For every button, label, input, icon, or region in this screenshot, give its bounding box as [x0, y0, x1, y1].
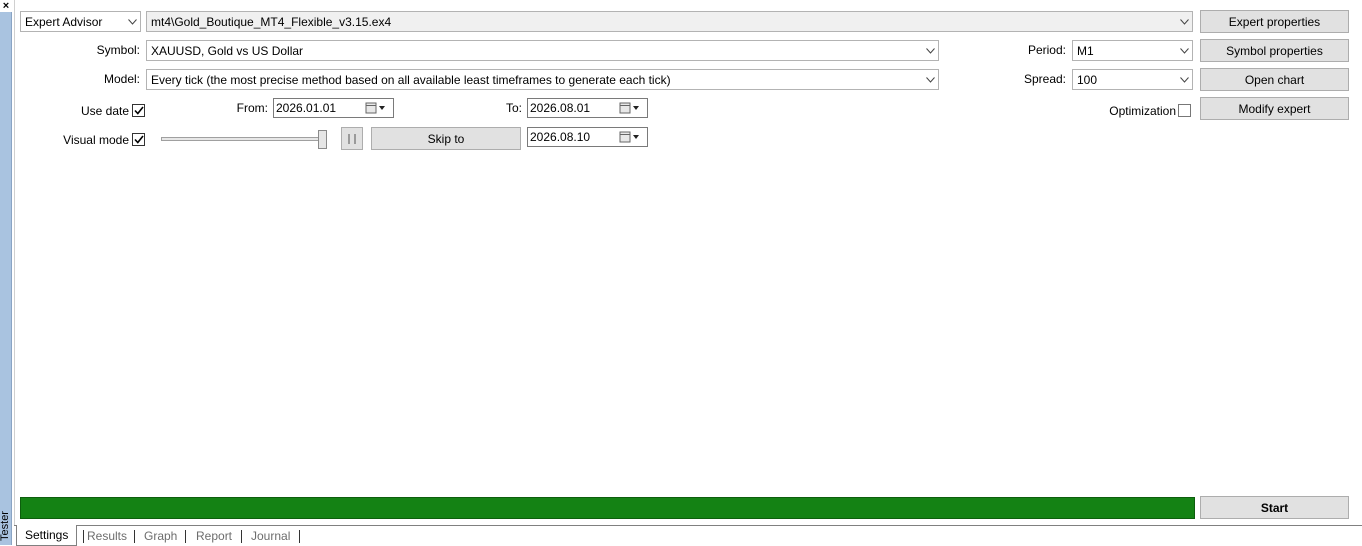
to-date-value: 2026.08.01 — [530, 101, 591, 115]
chevron-down-icon — [922, 70, 938, 89]
tab-results[interactable]: Results — [87, 526, 127, 546]
progress-bar — [20, 497, 1195, 519]
use-date-checkbox[interactable] — [132, 104, 145, 117]
visual-mode-label: Visual mode — [63, 133, 129, 147]
visual-mode-checkbox[interactable] — [132, 133, 145, 146]
tab-graph[interactable]: Graph — [144, 526, 177, 546]
expert-properties-button[interactable]: Expert properties — [1200, 10, 1349, 33]
checkmark-icon — [133, 106, 144, 115]
tester-label: Tester — [0, 511, 11, 541]
spread-label: Spread: — [1023, 72, 1066, 86]
use-date-label: Use date — [80, 104, 129, 118]
from-date-value: 2026.01.01 — [276, 101, 337, 115]
symbol-value: XAUUSD, Gold vs US Dollar — [151, 43, 304, 58]
from-date-picker[interactable]: 2026.01.01 — [273, 98, 394, 118]
chevron-down-icon — [124, 12, 140, 31]
calendar-dropdown-icon[interactable] — [619, 100, 647, 116]
tester-sidebar — [0, 0, 12, 545]
chevron-down-icon — [922, 41, 938, 60]
tab-journal[interactable]: Journal — [251, 526, 290, 546]
skip-to-button[interactable]: Skip to — [371, 127, 521, 150]
tester-tabs: Settings Results Graph Report Journal — [14, 525, 1362, 546]
chevron-down-icon — [1176, 70, 1192, 89]
start-button[interactable]: Start — [1200, 496, 1349, 519]
tab-settings[interactable]: Settings — [16, 525, 78, 546]
optimization-label: Optimization — [1109, 104, 1176, 118]
model-label: Model: — [103, 72, 140, 86]
spread-combo[interactable]: 100 — [1072, 69, 1193, 90]
expert-file-value: mt4\Gold_Boutique_MT4_Flexible_v3.15.ex4 — [151, 14, 392, 29]
expert-file-combo[interactable]: mt4\Gold_Boutique_MT4_Flexible_v3.15.ex4 — [146, 11, 1193, 32]
skip-to-date-picker[interactable]: 2026.08.10 — [527, 127, 648, 147]
model-combo[interactable]: Every tick (the most precise method base… — [146, 69, 939, 90]
expert-type-value: Expert Advisor — [25, 14, 103, 29]
symbol-combo[interactable]: XAUUSD, Gold vs US Dollar — [146, 40, 939, 61]
calendar-dropdown-icon[interactable] — [365, 100, 393, 116]
from-label: From: — [236, 101, 268, 115]
chevron-down-icon — [1176, 41, 1192, 60]
tab-report[interactable]: Report — [196, 526, 232, 546]
to-label: To: — [505, 101, 522, 115]
speed-slider-track[interactable] — [161, 137, 327, 141]
checkmark-icon — [133, 135, 144, 144]
open-chart-button[interactable]: Open chart — [1200, 68, 1349, 91]
pause-icon — [348, 133, 350, 144]
model-value: Every tick (the most precise method base… — [151, 72, 671, 87]
optimization-checkbox[interactable] — [1178, 104, 1191, 117]
calendar-dropdown-icon[interactable] — [619, 129, 647, 145]
chevron-down-icon — [1176, 12, 1192, 31]
spread-value: 100 — [1077, 72, 1098, 87]
modify-expert-button[interactable]: Modify expert — [1200, 97, 1349, 120]
period-label: Period: — [1027, 43, 1066, 57]
to-date-picker[interactable]: 2026.08.01 — [527, 98, 648, 118]
speed-slider-thumb[interactable] — [318, 130, 327, 149]
progress-bar-fill — [20, 497, 1195, 519]
skip-to-date-value: 2026.08.10 — [530, 130, 591, 144]
expert-type-combo[interactable]: Expert Advisor — [20, 11, 141, 32]
period-combo[interactable]: M1 — [1072, 40, 1193, 61]
period-value: M1 — [1077, 43, 1094, 58]
close-icon[interactable]: × — [0, 0, 12, 12]
symbol-properties-button[interactable]: Symbol properties — [1200, 39, 1349, 62]
symbol-label: Symbol: — [96, 43, 140, 57]
pause-button[interactable] — [341, 127, 363, 150]
